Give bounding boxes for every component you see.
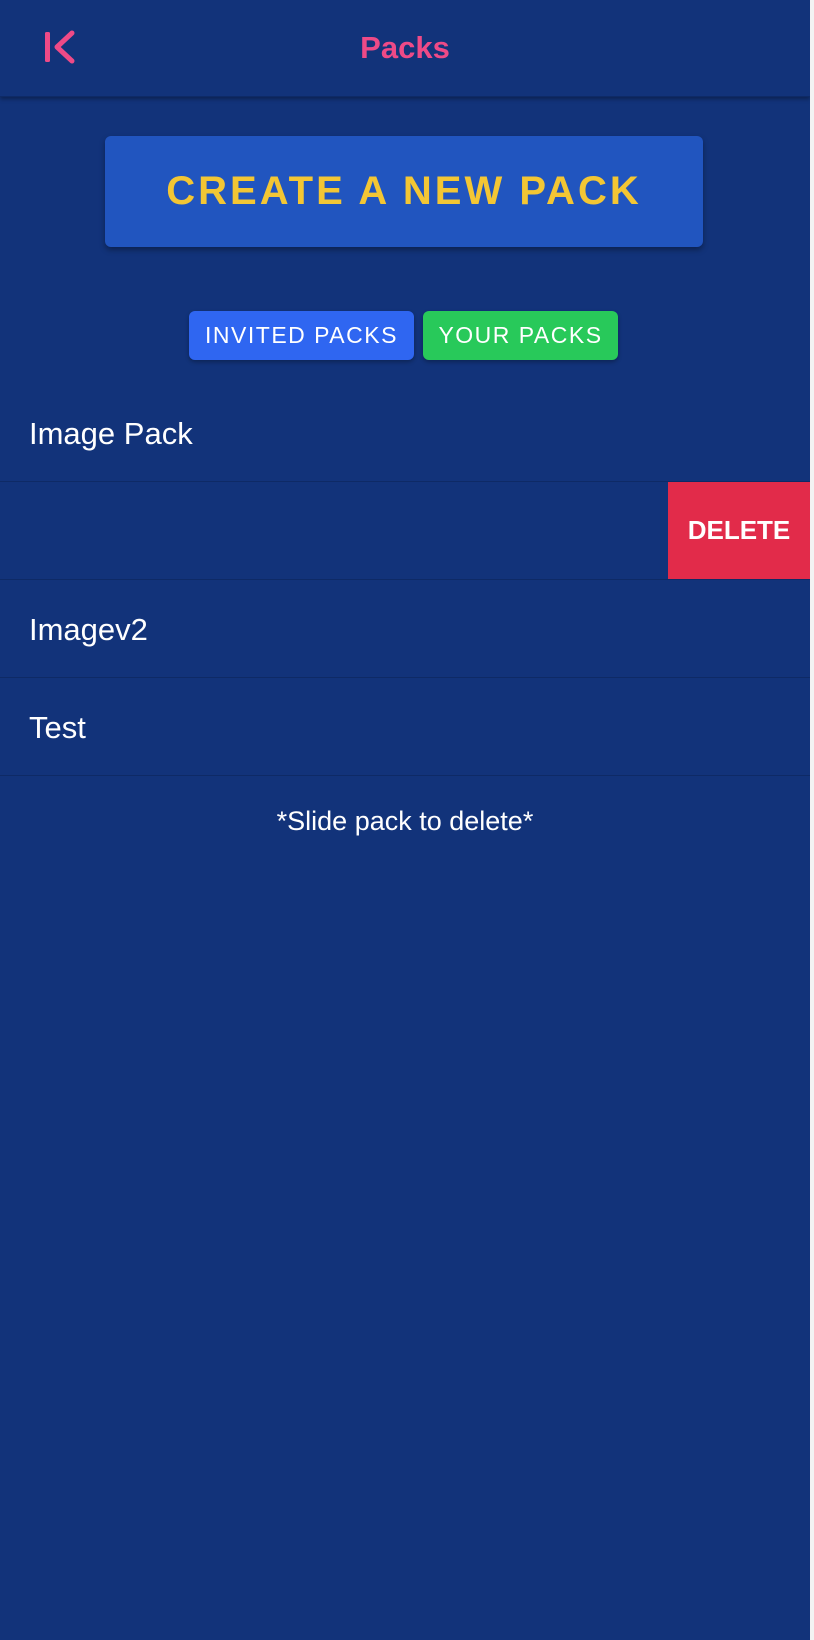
packs-screen: Packs CREATE A NEW PACK INVITED PACKS YO… [0,0,814,1640]
pack-item-label: Test [29,710,86,745]
tab-invited-packs[interactable]: INVITED PACKS [189,311,414,360]
pack-item-imagev2[interactable]: Imagev2 [0,580,810,678]
pack-item-slid[interactable]: DELETE [0,482,810,580]
pack-item-label: Imagev2 [29,612,148,647]
pack-item-label: Image Pack [29,416,193,451]
pack-list: Image Pack DELETE Imagev2 Test [0,384,810,776]
create-new-pack-button[interactable]: CREATE A NEW PACK [105,136,703,247]
tab-your-packs[interactable]: YOUR PACKS [423,311,618,360]
pack-item-test[interactable]: Test [0,678,810,776]
page-title: Packs [360,30,450,65]
pack-item-image-pack[interactable]: Image Pack [0,384,810,482]
screen-edge [810,0,814,1640]
delete-button[interactable]: DELETE [668,482,810,579]
slide-to-delete-hint: *Slide pack to delete* [276,806,534,836]
header-bar: Packs [0,0,810,97]
